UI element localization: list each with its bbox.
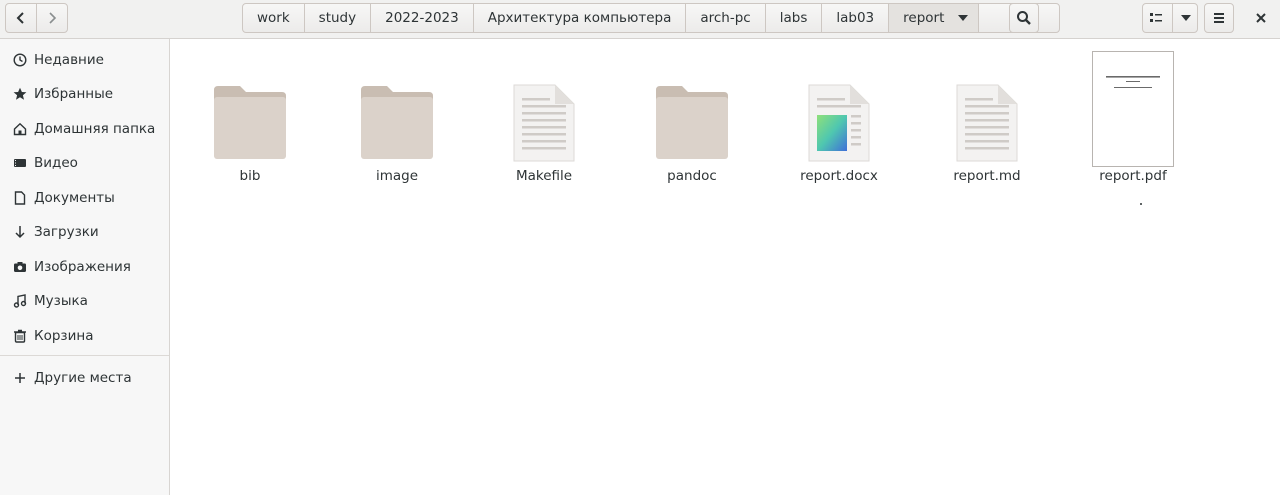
home-icon bbox=[12, 121, 28, 137]
breadcrumb-item[interactable]: labs bbox=[766, 4, 823, 32]
sidebar-item-label: Изображения bbox=[34, 259, 131, 275]
sidebar-item-other-places[interactable]: Другие места bbox=[0, 361, 169, 395]
chevron-down-icon[interactable] bbox=[1181, 14, 1191, 22]
file-item-report-docx[interactable]: report.docx bbox=[779, 80, 899, 190]
file-item-bib[interactable]: bib bbox=[190, 80, 310, 190]
file-item-report-md[interactable]: report.md bbox=[927, 80, 1047, 190]
sidebar-item-label: Корзина bbox=[34, 328, 94, 344]
file-item-pandoc[interactable]: pandoc bbox=[632, 80, 752, 190]
sidebar-item-documents[interactable]: Документы bbox=[0, 181, 169, 215]
file-name: image bbox=[375, 168, 419, 184]
close-button[interactable] bbox=[1246, 3, 1276, 33]
file-name: report.md bbox=[953, 168, 1021, 184]
sidebar-item-home[interactable]: Домашняя папка bbox=[0, 112, 169, 146]
sidebar-item-label: Видео bbox=[34, 155, 78, 171]
sidebar-item-music[interactable]: Музыка bbox=[0, 284, 169, 318]
sidebar-item-downloads[interactable]: Загрузки bbox=[0, 215, 169, 249]
document-file-icon bbox=[779, 84, 899, 162]
video-icon bbox=[12, 155, 28, 171]
trash-icon bbox=[12, 328, 28, 344]
sidebar-item-label: Музыка bbox=[34, 293, 88, 309]
navigation-buttons bbox=[5, 3, 68, 33]
back-button[interactable] bbox=[6, 4, 37, 32]
search-button[interactable] bbox=[1009, 3, 1039, 33]
file-item-makefile[interactable]: Makefile bbox=[484, 80, 604, 190]
sidebar-item-label: Документы bbox=[34, 190, 115, 206]
folder-icon bbox=[190, 86, 310, 159]
sidebar-item-recent[interactable]: Недавние bbox=[0, 43, 169, 77]
breadcrumb-item[interactable]: Архитектура компьютера bbox=[474, 4, 687, 32]
sidebar-item-pictures[interactable]: Изображения bbox=[0, 250, 169, 284]
sidebar-item-label: Недавние bbox=[34, 52, 104, 68]
file-grid: bib image Makefile pandoc report.docx re… bbox=[171, 40, 1280, 495]
menu-button[interactable] bbox=[1204, 3, 1234, 33]
breadcrumb-item[interactable]: work bbox=[243, 4, 305, 32]
breadcrumb-item[interactable]: study bbox=[305, 4, 372, 32]
sidebar-item-starred[interactable]: Избранные bbox=[0, 77, 169, 111]
sidebar-item-label: Домашняя папка bbox=[34, 121, 156, 137]
file-item-report-pdf[interactable]: report.pdf bbox=[1073, 50, 1193, 190]
music-icon bbox=[12, 293, 28, 309]
button-divider bbox=[1171, 4, 1173, 32]
document-icon bbox=[12, 190, 28, 206]
sidebar-item-trash[interactable]: Корзина bbox=[0, 319, 169, 353]
header-bar: work study 2022-2023 Архитектура компьют… bbox=[0, 0, 1280, 39]
download-icon bbox=[12, 224, 28, 240]
close-icon bbox=[1256, 13, 1266, 23]
sidebar-item-label: Другие места bbox=[34, 370, 132, 386]
folder-icon bbox=[337, 86, 457, 159]
clock-icon bbox=[12, 52, 28, 68]
file-name: report.pdf bbox=[1099, 168, 1167, 184]
chevron-left-icon bbox=[16, 12, 24, 24]
caret-down-icon bbox=[958, 15, 969, 21]
sidebar-item-label: Избранные bbox=[34, 86, 114, 102]
breadcrumb-current[interactable]: report bbox=[889, 4, 980, 32]
cursor-dot bbox=[1140, 203, 1142, 205]
breadcrumb-item[interactable]: arch-pc bbox=[686, 4, 766, 32]
file-item-image[interactable]: image bbox=[337, 80, 457, 190]
list-view-icon bbox=[1150, 13, 1162, 22]
sidebar: Недавние Избранные Домашняя папка Видео … bbox=[0, 39, 170, 495]
file-name: Makefile bbox=[515, 168, 573, 184]
breadcrumb: work study 2022-2023 Архитектура компьют… bbox=[242, 3, 1061, 33]
hamburger-icon bbox=[1214, 13, 1224, 23]
view-toggle-button[interactable] bbox=[1142, 3, 1198, 33]
sidebar-item-label: Загрузки bbox=[34, 224, 99, 240]
file-name: pandoc bbox=[667, 168, 717, 184]
plus-icon bbox=[12, 370, 28, 386]
pdf-thumbnail bbox=[1073, 51, 1193, 167]
forward-button[interactable] bbox=[37, 4, 67, 32]
file-name: bib bbox=[239, 168, 261, 184]
sidebar-item-video[interactable]: Видео bbox=[0, 146, 169, 180]
text-file-icon bbox=[484, 84, 604, 162]
breadcrumb-current-label: report bbox=[903, 10, 945, 26]
file-name: report.docx bbox=[800, 168, 878, 184]
search-icon bbox=[1017, 11, 1031, 25]
breadcrumb-item[interactable]: lab03 bbox=[822, 4, 890, 32]
sidebar-separator bbox=[0, 355, 169, 356]
breadcrumb-item[interactable]: 2022-2023 bbox=[371, 4, 474, 32]
chevron-right-icon bbox=[49, 12, 57, 24]
camera-icon bbox=[12, 259, 28, 275]
text-file-icon bbox=[927, 84, 1047, 162]
star-icon bbox=[12, 86, 28, 102]
folder-icon bbox=[632, 86, 752, 159]
